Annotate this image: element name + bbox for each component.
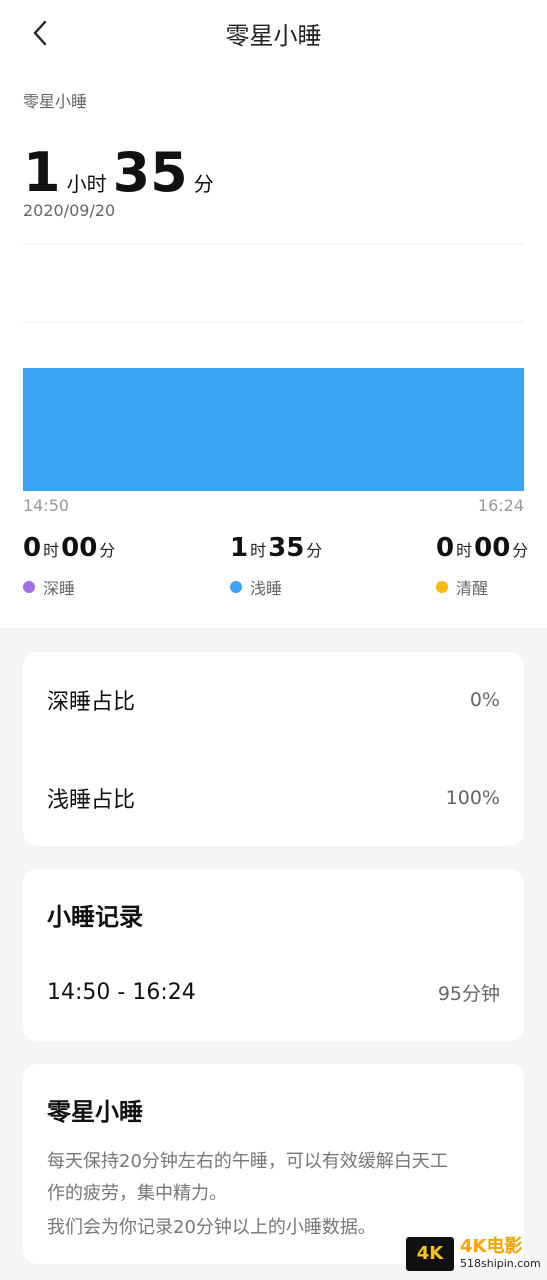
record-row[interactable]: 14:50 - 16:24 95分钟 xyxy=(47,979,500,1006)
stat-hours: 0 xyxy=(436,533,455,563)
section-label: 零星小睡 xyxy=(23,92,88,111)
sleep-chart-svg xyxy=(23,243,524,492)
watermark-sub: 518shipin.com xyxy=(460,1257,541,1270)
record-duration: 95分钟 xyxy=(437,983,500,1005)
legend-dot-deep xyxy=(23,581,35,593)
stat-minutes: 00 xyxy=(474,533,511,563)
stat-hours: 0 xyxy=(23,533,42,563)
stat-minutes-unit: 分 xyxy=(99,541,116,560)
total-duration: 1 小时 35 分 xyxy=(23,130,214,200)
stat-minutes-unit: 分 xyxy=(306,541,323,560)
info-line: 作的疲劳，集中精力。 xyxy=(47,1183,227,1204)
info-title: 零星小睡 xyxy=(47,1098,143,1126)
stat-hours-unit: 时 xyxy=(456,541,473,560)
duration-hours-unit: 小时 xyxy=(66,172,107,196)
stat-hours-unit: 时 xyxy=(250,541,267,560)
stat-awake: 0 时 00 分 清醒 xyxy=(436,535,528,599)
record-card: 小睡记录 14:50 - 16:24 95分钟 xyxy=(23,869,524,1041)
stat-deep: 0 时 00 分 深睡 xyxy=(23,535,115,599)
duration-minutes-unit: 分 xyxy=(193,172,214,196)
legend-label: 清醒 xyxy=(456,579,489,598)
record-time-range: 14:50 - 16:24 xyxy=(47,980,196,1005)
page-title: 零星小睡 xyxy=(225,22,322,50)
x-tick-start: 14:50 xyxy=(23,496,70,515)
header: 零星小睡 xyxy=(0,0,547,70)
deep-ratio-label: 深睡占比 xyxy=(47,690,136,715)
light-ratio-row: 浅睡占比 100% xyxy=(47,782,500,814)
duration-minutes: 35 xyxy=(112,141,188,204)
stat-hours: 1 xyxy=(230,533,249,563)
stat-minutes-unit: 分 xyxy=(512,541,529,560)
stat-minutes: 35 xyxy=(268,533,305,563)
watermark-main: 4K电影 xyxy=(460,1236,523,1257)
record-title: 小睡记录 xyxy=(47,903,143,931)
watermark-logo-text: 4K xyxy=(416,1243,444,1264)
stat-light: 1 时 35 分 浅睡 xyxy=(230,535,322,599)
legend-label: 深睡 xyxy=(43,579,76,598)
sleep-chart xyxy=(23,242,524,517)
duration-hours: 1 xyxy=(23,141,61,204)
sleep-stats: 0 时 00 分 深睡 1 时 35 分 浅睡 0 时 00 分 清醒 xyxy=(0,535,547,615)
stat-minutes: 00 xyxy=(61,533,98,563)
info-text: 每天保持20分钟左右的午睡，可以有效缓解白天工 作的疲劳，集中精力。 xyxy=(47,1146,500,1210)
deep-ratio-value: 0% xyxy=(469,689,500,711)
sleep-date: 2020/09/20 xyxy=(23,201,116,220)
light-ratio-label: 浅睡占比 xyxy=(47,788,136,813)
legend-dot-light xyxy=(230,581,242,593)
info-line: 每天保持20分钟左右的午睡，可以有效缓解白天工 xyxy=(47,1151,448,1172)
watermark: 4K 4K电影 518shipin.com xyxy=(406,1234,542,1274)
stat-hours-unit: 时 xyxy=(43,541,60,560)
ratio-card: 深睡占比 0% 浅睡占比 100% xyxy=(23,652,524,846)
x-tick-end: 16:24 xyxy=(477,496,524,515)
legend-label: 浅睡 xyxy=(250,579,283,598)
watermark-logo: 4K xyxy=(406,1237,454,1271)
light-ratio-value: 100% xyxy=(445,787,500,809)
legend-dot-awake xyxy=(436,581,448,593)
sleep-segment-bar xyxy=(23,368,524,491)
deep-ratio-row: 深睡占比 0% xyxy=(47,684,500,716)
